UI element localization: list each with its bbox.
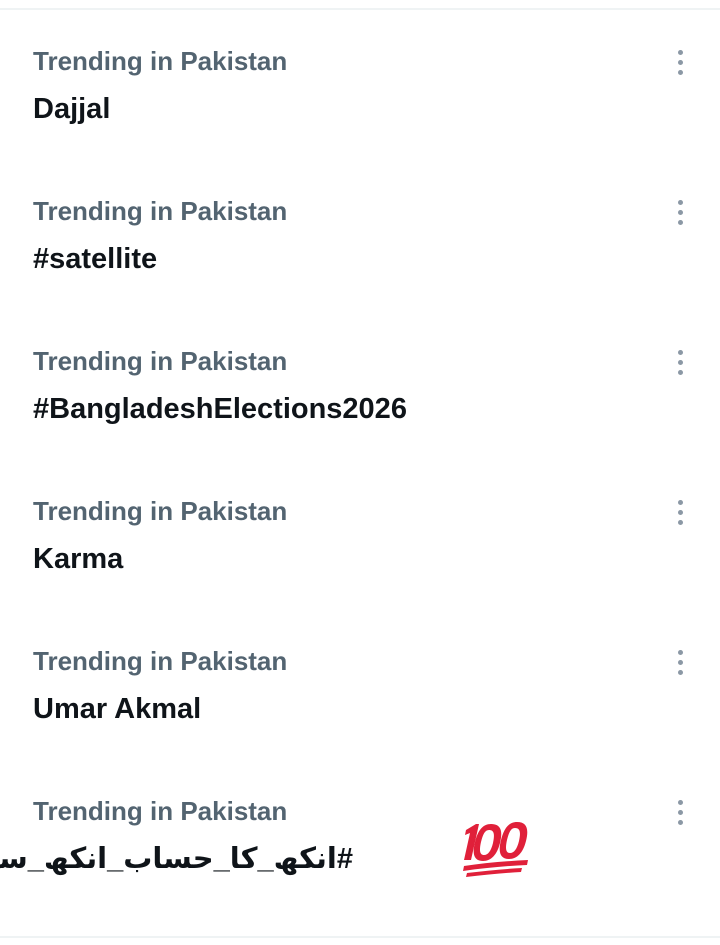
- trend-context: Trending in Pakistan: [33, 346, 288, 376]
- trend-name: #satellite: [33, 243, 158, 275]
- trend-context: Trending in Pakistan: [33, 196, 288, 226]
- trend-name: Umar Akmal: [33, 693, 202, 725]
- trend-name: #BangladeshElections2026: [33, 393, 407, 425]
- trend-context: Trending in Pakistan: [33, 796, 288, 826]
- trend-context: Trending in Pakistan: [33, 46, 288, 76]
- hundred-points-icon: [463, 822, 528, 877]
- trend-item-2[interactable]: Trending in Pakistan #satellite: [0, 160, 720, 310]
- bottom-divider: [0, 936, 720, 938]
- trend-context: Trending in Pakistan: [33, 646, 288, 676]
- trend-item-1[interactable]: Trending in Pakistan Dajjal: [0, 10, 720, 160]
- trend-name: Dajjal: [33, 93, 111, 125]
- trend-name: Karma: [33, 543, 124, 575]
- more-vertical-icon[interactable]: [662, 644, 698, 680]
- trend-item-4[interactable]: Trending in Pakistan Karma: [0, 460, 720, 610]
- more-vertical-icon[interactable]: [662, 494, 698, 530]
- more-vertical-icon[interactable]: [662, 194, 698, 230]
- more-vertical-icon[interactable]: [662, 794, 698, 830]
- trends-list: Trending in Pakistan Dajjal Trending in …: [0, 10, 720, 910]
- trend-context: Trending in Pakistan: [33, 496, 288, 526]
- more-vertical-icon[interactable]: [662, 44, 698, 80]
- trend-item-5[interactable]: Trending in Pakistan Umar Akmal: [0, 610, 720, 760]
- trend-item-6[interactable]: Trending in Pakistan #انکھ_کا_حساب_انکھ_…: [0, 760, 720, 910]
- trend-name: #انکھ_کا_حساب_انکھ_سے: [0, 843, 353, 875]
- more-vertical-icon[interactable]: [662, 344, 698, 380]
- trend-item-3[interactable]: Trending in Pakistan #BangladeshElection…: [0, 310, 720, 460]
